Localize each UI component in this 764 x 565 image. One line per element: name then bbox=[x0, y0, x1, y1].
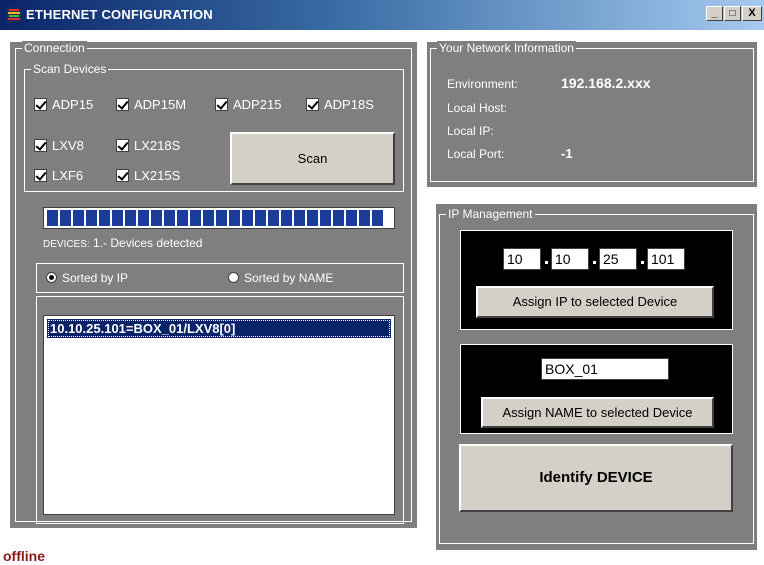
scan-devices-legend: Scan Devices bbox=[31, 62, 109, 76]
progress-segment bbox=[47, 210, 58, 226]
progress-segment bbox=[346, 210, 357, 226]
devices-status: DEVICES: 1.- Devices detected bbox=[43, 236, 202, 250]
checkbox-label: LX218S bbox=[134, 138, 181, 153]
progress-segment bbox=[190, 210, 201, 226]
checkbox-label: LXF6 bbox=[52, 168, 84, 183]
checkbox-label: LXV8 bbox=[52, 138, 84, 153]
connection-status: offline bbox=[3, 548, 45, 564]
checkbox-lx215s[interactable]: LX215S bbox=[116, 168, 180, 184]
checkbox-lxv8[interactable]: LXV8 bbox=[34, 138, 84, 154]
progress-segment bbox=[151, 210, 162, 226]
ip-octet-2[interactable]: 10 bbox=[551, 248, 589, 270]
device-name-box: BOX_01 Assign NAME to selected Device bbox=[460, 344, 733, 434]
progress-segment bbox=[73, 210, 84, 226]
progress-segment bbox=[372, 210, 383, 226]
progress-segment bbox=[164, 210, 175, 226]
connection-panel: Connection Scan Devices ADP15 ADP15M ADP… bbox=[10, 41, 417, 528]
maximize-button[interactable]: □ bbox=[724, 6, 741, 21]
environment-label: Environment: bbox=[447, 77, 518, 91]
progress-segment bbox=[281, 210, 292, 226]
radio-sorted-by-name[interactable]: Sorted by NAME bbox=[228, 271, 333, 285]
progress-segment bbox=[294, 210, 305, 226]
devices-label: DEVICES: bbox=[43, 239, 90, 250]
title-bar[interactable]: ETHERNET CONFIGURATION _ □ X bbox=[0, 0, 764, 30]
ip-address-box: 10 10 25 101 Assign IP to selected Devic… bbox=[460, 230, 733, 330]
progress-segment bbox=[307, 210, 318, 226]
checkbox-adp15[interactable]: ADP15 bbox=[34, 97, 93, 113]
client-area: Connection Scan Devices ADP15 ADP15M ADP… bbox=[0, 30, 764, 565]
local-host-label: Local Host: bbox=[447, 101, 508, 115]
ip-octet-4[interactable]: 101 bbox=[647, 248, 685, 270]
checkbox-label: ADP15 bbox=[52, 97, 94, 112]
check-icon bbox=[215, 98, 228, 111]
check-icon bbox=[116, 169, 129, 182]
environment-value: 192.168.2.xxx bbox=[561, 75, 651, 91]
connection-legend: Connection bbox=[22, 41, 87, 55]
app-icon bbox=[6, 7, 22, 23]
ip-octet-1[interactable]: 10 bbox=[503, 248, 541, 270]
ip-management-panel: IP Management 10 10 25 101 Assign IP to … bbox=[436, 204, 757, 550]
device-list-item[interactable]: 10.10.25.101=BOX_01/LXV8[0] bbox=[47, 319, 391, 338]
progress-segment bbox=[138, 210, 149, 226]
progress-segment bbox=[359, 210, 370, 226]
radio-label: Sorted by IP bbox=[62, 271, 129, 285]
checkbox-adp15m[interactable]: ADP15M bbox=[116, 97, 186, 113]
checkbox-label: LX215S bbox=[134, 168, 181, 183]
progress-segment bbox=[177, 210, 188, 226]
progress-segment bbox=[203, 210, 214, 226]
check-icon bbox=[34, 98, 47, 111]
checkbox-adp18s[interactable]: ADP18S bbox=[306, 97, 374, 113]
progress-segment bbox=[242, 210, 253, 226]
scan-progress-bar bbox=[43, 207, 395, 229]
check-icon bbox=[116, 98, 129, 111]
assign-ip-button[interactable]: Assign IP to selected Device bbox=[476, 286, 714, 318]
local-ip-label: Local IP: bbox=[447, 124, 494, 138]
close-button[interactable]: X bbox=[742, 6, 762, 21]
window-title: ETHERNET CONFIGURATION bbox=[26, 7, 213, 22]
progress-segment bbox=[216, 210, 227, 226]
radio-label: Sorted by NAME bbox=[244, 271, 334, 285]
progress-segment bbox=[86, 210, 97, 226]
progress-segment bbox=[268, 210, 279, 226]
radio-selected-icon bbox=[46, 272, 57, 283]
progress-fill bbox=[47, 210, 391, 226]
scan-button[interactable]: Scan bbox=[230, 132, 395, 185]
checkbox-lxf6[interactable]: LXF6 bbox=[34, 168, 83, 184]
checkbox-label: ADP15M bbox=[134, 97, 187, 112]
checkbox-label: ADP215 bbox=[233, 97, 282, 112]
progress-segment bbox=[112, 210, 123, 226]
progress-segment bbox=[333, 210, 344, 226]
checkbox-adp215[interactable]: ADP215 bbox=[215, 97, 281, 113]
device-list[interactable]: 10.10.25.101=BOX_01/LXV8[0] bbox=[43, 315, 395, 515]
progress-segment bbox=[125, 210, 136, 226]
radio-sorted-by-ip[interactable]: Sorted by IP bbox=[46, 271, 128, 285]
check-icon bbox=[306, 98, 319, 111]
progress-segment bbox=[99, 210, 110, 226]
ip-management-legend: IP Management bbox=[446, 207, 535, 221]
check-icon bbox=[34, 139, 47, 152]
ip-dot bbox=[545, 261, 548, 264]
local-port-label: Local Port: bbox=[447, 147, 505, 161]
device-name-input[interactable]: BOX_01 bbox=[541, 358, 669, 380]
check-icon bbox=[116, 139, 129, 152]
network-info-frame: Your Network Information bbox=[430, 41, 754, 182]
local-port-value: -1 bbox=[561, 146, 573, 161]
minimize-button[interactable]: _ bbox=[706, 6, 723, 21]
devices-count-text: 1.- Devices detected bbox=[93, 236, 203, 250]
network-info-panel: Your Network Information Environment: 19… bbox=[427, 41, 757, 187]
checkbox-lx218s[interactable]: LX218S bbox=[116, 138, 180, 154]
checkbox-label: ADP18S bbox=[324, 97, 374, 112]
progress-segment bbox=[255, 210, 266, 226]
ip-dot bbox=[593, 261, 596, 264]
ip-octet-3[interactable]: 25 bbox=[599, 248, 637, 270]
ip-dot bbox=[641, 261, 644, 264]
assign-name-button[interactable]: Assign NAME to selected Device bbox=[481, 397, 714, 428]
check-icon bbox=[34, 169, 47, 182]
progress-segment bbox=[229, 210, 240, 226]
progress-segment bbox=[60, 210, 71, 226]
network-info-legend: Your Network Information bbox=[437, 41, 576, 55]
radio-unselected-icon bbox=[228, 272, 239, 283]
identify-device-button[interactable]: Identify DEVICE bbox=[459, 444, 733, 512]
progress-segment bbox=[320, 210, 331, 226]
